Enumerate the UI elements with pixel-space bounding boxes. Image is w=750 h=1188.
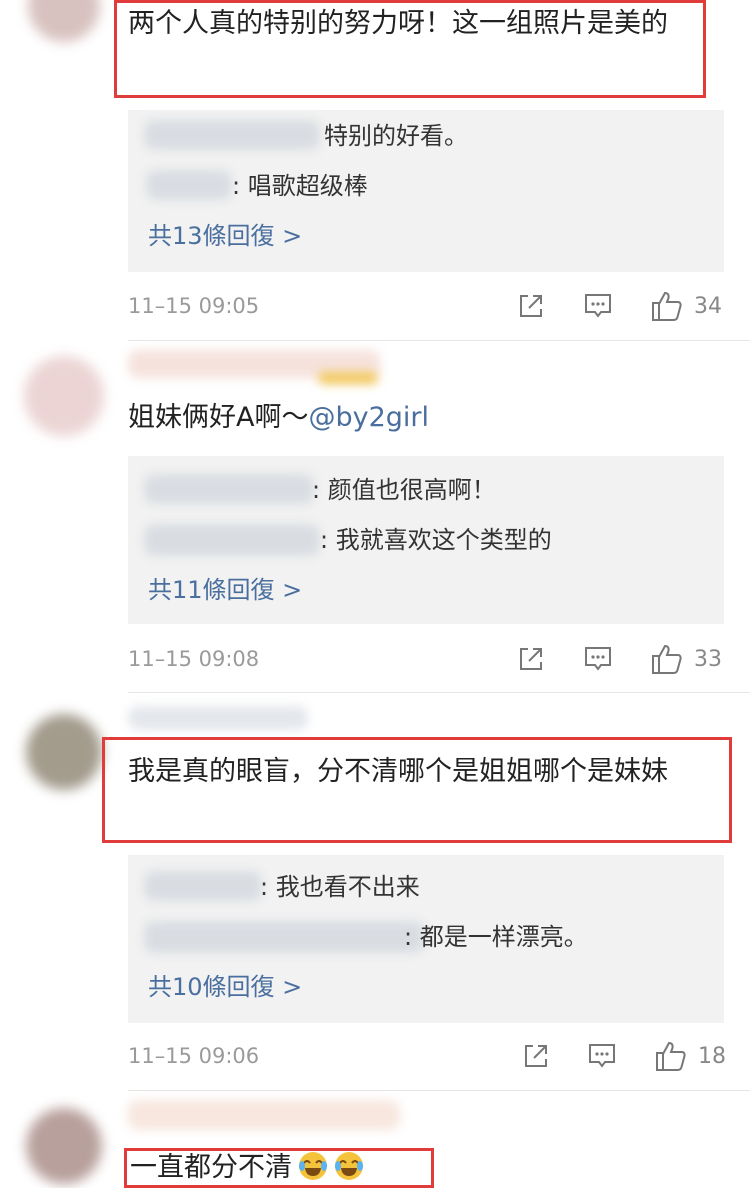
share-icon[interactable]	[521, 1041, 551, 1071]
divider	[128, 1090, 750, 1091]
laugh-cry-emoji	[335, 1152, 363, 1180]
like-icon[interactable]	[650, 289, 684, 323]
avatar[interactable]	[26, 1108, 102, 1184]
username-blur	[144, 524, 320, 556]
reply-text: : 我也看不出来	[260, 873, 420, 901]
comment-text: 姐妹俩好A啊～@by2girl	[128, 398, 728, 438]
comment-text: 一直都分不清	[130, 1148, 430, 1188]
laugh-cry-emoji	[299, 1152, 327, 1180]
reply-text: : 我就喜欢这个类型的	[320, 526, 552, 554]
timestamp: 11–15 09:05	[128, 294, 260, 318]
reply-text: : 都是一样漂亮。	[404, 923, 588, 951]
like-count: 34	[694, 294, 722, 319]
mention-link[interactable]: @by2girl	[308, 402, 429, 433]
share-icon[interactable]	[516, 291, 546, 321]
more-replies-link[interactable]: 共11條回復 >	[148, 574, 302, 606]
like-count: 33	[694, 647, 722, 672]
username-blur	[144, 921, 424, 953]
username-blur	[128, 706, 308, 730]
comment-icon[interactable]	[583, 291, 613, 321]
username-blur	[128, 1100, 400, 1130]
reply-box[interactable]: : 我也看不出来 : 都是一样漂亮。 共10條回復 >	[128, 855, 724, 1023]
comment-body: 一直都分不清	[130, 1152, 292, 1183]
like-icon[interactable]	[650, 642, 684, 676]
timestamp: 11–15 09:08	[128, 647, 260, 671]
avatar[interactable]	[26, 714, 102, 790]
comment-body: 姐妹俩好A啊～	[128, 402, 309, 433]
reply-text: : 唱歌超级棒	[232, 172, 368, 200]
like-icon[interactable]	[654, 1039, 688, 1073]
reply-text: 特别的好看。	[324, 122, 468, 150]
username-blur	[144, 871, 262, 901]
badge-blur	[318, 372, 378, 384]
comment-text: 我是真的眼盲，分不清哪个是姐姐哪个是妹妹	[128, 756, 668, 787]
comment-icon[interactable]	[583, 644, 613, 674]
avatar[interactable]	[28, 0, 100, 42]
reply-box[interactable]: 特别的好看。 : 唱歌超级棒 共13條回復 >	[128, 110, 724, 272]
reply-text: : 颜值也很高啊！	[312, 476, 496, 504]
share-icon[interactable]	[516, 644, 546, 674]
timestamp: 11–15 09:06	[128, 1044, 260, 1068]
username-blur	[144, 120, 320, 150]
more-replies-link[interactable]: 共10條回復 >	[148, 971, 302, 1003]
divider	[128, 340, 750, 341]
more-replies-link[interactable]: 共13條回復 >	[148, 220, 302, 252]
username-blur	[146, 170, 232, 200]
comment-text: 两个人真的特别的努力呀！这一组照片是美的	[128, 8, 668, 39]
username-blur	[144, 474, 314, 504]
like-count: 18	[698, 1044, 726, 1069]
reply-box[interactable]: : 颜值也很高啊！ : 我就喜欢这个类型的 共11條回復 >	[128, 456, 724, 624]
divider	[128, 692, 750, 693]
avatar[interactable]	[24, 356, 104, 436]
comment-icon[interactable]	[587, 1041, 617, 1071]
